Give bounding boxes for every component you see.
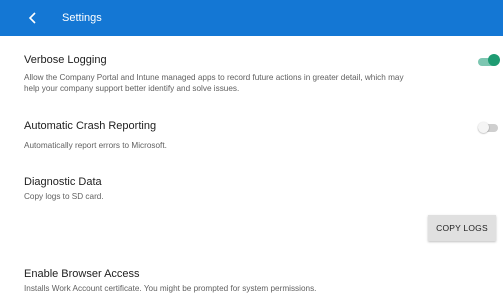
diagnostic-data-heading: Diagnostic Data xyxy=(24,176,102,188)
toggle-thumb xyxy=(478,122,489,133)
verbose-logging-heading: Verbose Logging xyxy=(24,54,107,66)
crash-reporting-description: Automatically report errors to Microsoft… xyxy=(24,141,167,150)
page-title: Settings xyxy=(62,12,102,24)
verbose-logging-toggle[interactable] xyxy=(478,54,500,70)
back-button[interactable] xyxy=(24,9,42,27)
browser-access-heading: Enable Browser Access xyxy=(24,268,140,280)
chevron-left-icon xyxy=(28,12,36,24)
crash-reporting-toggle[interactable] xyxy=(478,120,500,136)
app-bar: Settings xyxy=(0,0,503,36)
toggle-thumb xyxy=(488,54,500,66)
copy-logs-button[interactable]: COPY LOGS xyxy=(428,215,496,241)
browser-access-description: Installs Work Account certificate. You m… xyxy=(24,284,317,293)
diagnostic-data-description: Copy logs to SD card. xyxy=(24,192,104,201)
verbose-logging-description-line1: Allow the Company Portal and Intune mana… xyxy=(24,73,404,82)
verbose-logging-description-line2: help your company support better identif… xyxy=(24,84,240,93)
crash-reporting-heading: Automatic Crash Reporting xyxy=(24,120,157,132)
